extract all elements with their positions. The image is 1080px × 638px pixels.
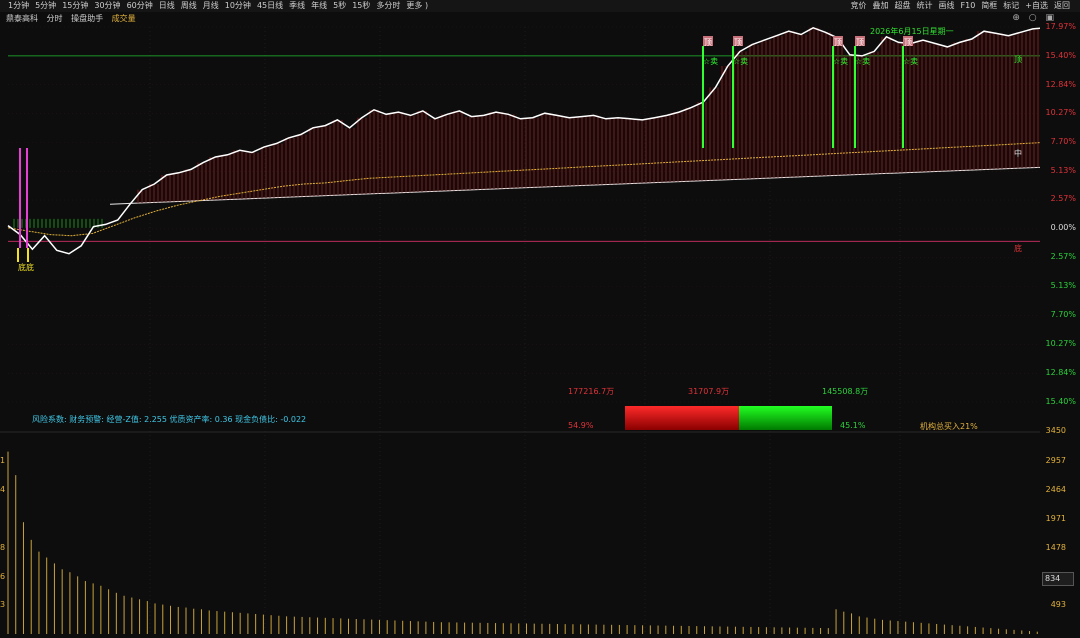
vol-tick-1: 2957	[1045, 456, 1066, 465]
mid-mark-right: 中	[1014, 148, 1022, 158]
top-mark-2: 顶	[834, 38, 842, 47]
left-vol-tick-1: 4	[0, 485, 6, 494]
flow-left-amount: 177216.7万	[568, 387, 615, 396]
sell-mark-4: ☆卖	[903, 57, 918, 66]
sell-mark-0: ☆卖	[703, 57, 718, 66]
flow-right-amount: 145508.8万	[822, 387, 869, 396]
vol-tick-4: 1478	[1045, 543, 1066, 552]
left-vol-tick-2: 8	[0, 543, 6, 552]
pct-tick-8: 2.57%	[1050, 252, 1076, 261]
risk-info: 风险系数: 财务预警: 经营-Z值: 2.255 优质资产率: 0.36 现金负…	[32, 415, 307, 424]
left-vol-tick-0: 1	[0, 456, 6, 465]
left-vol-tick-3: 6	[0, 572, 6, 581]
sell-mark-1: ☆卖	[733, 57, 748, 66]
left-vol-tick-4: 3	[0, 600, 6, 609]
buy-ratio-bar	[739, 406, 832, 430]
pct-tick-6: 2.57%	[1050, 194, 1076, 203]
top-mark-right: 顶	[1014, 55, 1022, 64]
sell-mark-2: ☆卖	[833, 57, 848, 66]
pct-tick-12: 12.84%	[1045, 368, 1076, 377]
vol-tick-0: 3450	[1045, 426, 1066, 435]
pct-tick-9: 5.13%	[1050, 281, 1076, 290]
pct-tick-10: 7.70%	[1050, 310, 1076, 319]
pct-tick-5: 5.13%	[1050, 166, 1076, 175]
avg-line	[7, 142, 1040, 237]
buy-percent: 45.1%	[840, 421, 866, 430]
tool-button-9[interactable]: 返回	[1054, 1, 1070, 10]
intraday-chart: 顶 ☆卖 顶 ☆卖 顶 ☆卖 顶 ☆卖 顶 ☆卖 顶底 中底底 2026年6月15日星期一	[0, 26, 1040, 634]
date-label: 2026年6月15日星期一	[870, 26, 954, 36]
flow-mid-amount: 31707.9万	[688, 387, 730, 396]
vol-tick-2: 2464	[1045, 485, 1066, 494]
pct-tick-13: 15.40%	[1045, 397, 1076, 406]
institution-buy: 机构总买入21%	[920, 422, 978, 431]
current-volume-tag: 834	[1042, 572, 1074, 586]
vol-tick-6: 493	[1050, 600, 1066, 609]
sell-ratio-bar	[625, 406, 739, 430]
price-line	[7, 26, 1040, 255]
pct-tick-0: 17.97%	[1045, 22, 1076, 31]
vol-tick-3: 1971	[1045, 514, 1066, 523]
bottom-mark: 底底	[18, 262, 34, 272]
pct-tick-11: 10.27%	[1045, 339, 1076, 348]
sell-mark-3: ☆卖	[855, 57, 870, 66]
top-mark-0: 顶	[704, 38, 712, 47]
pct-tick-4: 7.70%	[1050, 137, 1076, 146]
top-mark-3: 顶	[856, 38, 864, 47]
pct-tick-1: 15.40%	[1045, 51, 1076, 60]
top-mark-4: 顶	[904, 38, 912, 47]
pct-tick-2: 12.84%	[1045, 80, 1076, 89]
pct-tick-7: 0.00%	[1050, 223, 1076, 232]
bottom-mark-right: 底	[1014, 243, 1022, 253]
top-mark-1: 顶	[734, 38, 742, 47]
sell-percent: 54.9%	[568, 421, 594, 430]
pct-tick-3: 10.27%	[1045, 108, 1076, 117]
